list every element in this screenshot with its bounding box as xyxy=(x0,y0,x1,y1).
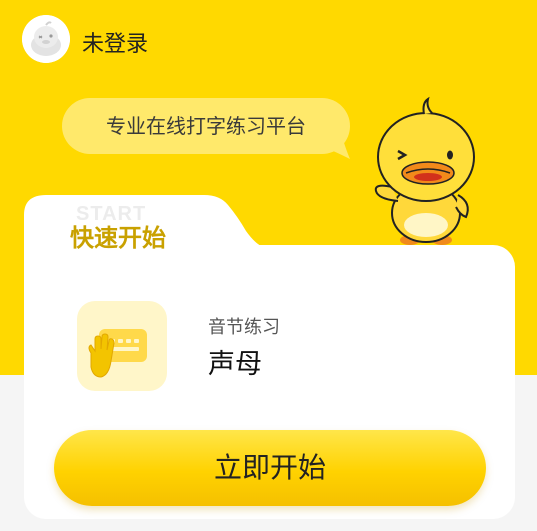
lesson-icon-box xyxy=(77,301,167,391)
lesson-name: 声母 xyxy=(208,349,262,380)
user-avatar[interactable] xyxy=(22,15,70,63)
slogan-text: 专业在线打字练习平台 xyxy=(106,114,306,138)
login-status-link[interactable]: 未登录 xyxy=(82,26,148,58)
bubble-tail xyxy=(326,130,350,159)
quick-start-title: 快速开始 xyxy=(70,224,166,252)
slogan-bubble: 专业在线打字练习平台 xyxy=(62,98,350,154)
start-now-button[interactable]: 立即开始 xyxy=(54,430,486,506)
lesson-category: 音节练习 xyxy=(208,317,280,338)
duck-mascot-icon xyxy=(374,96,475,245)
duck-avatar-icon xyxy=(22,15,70,63)
keyboard-hand-icon xyxy=(88,329,147,378)
